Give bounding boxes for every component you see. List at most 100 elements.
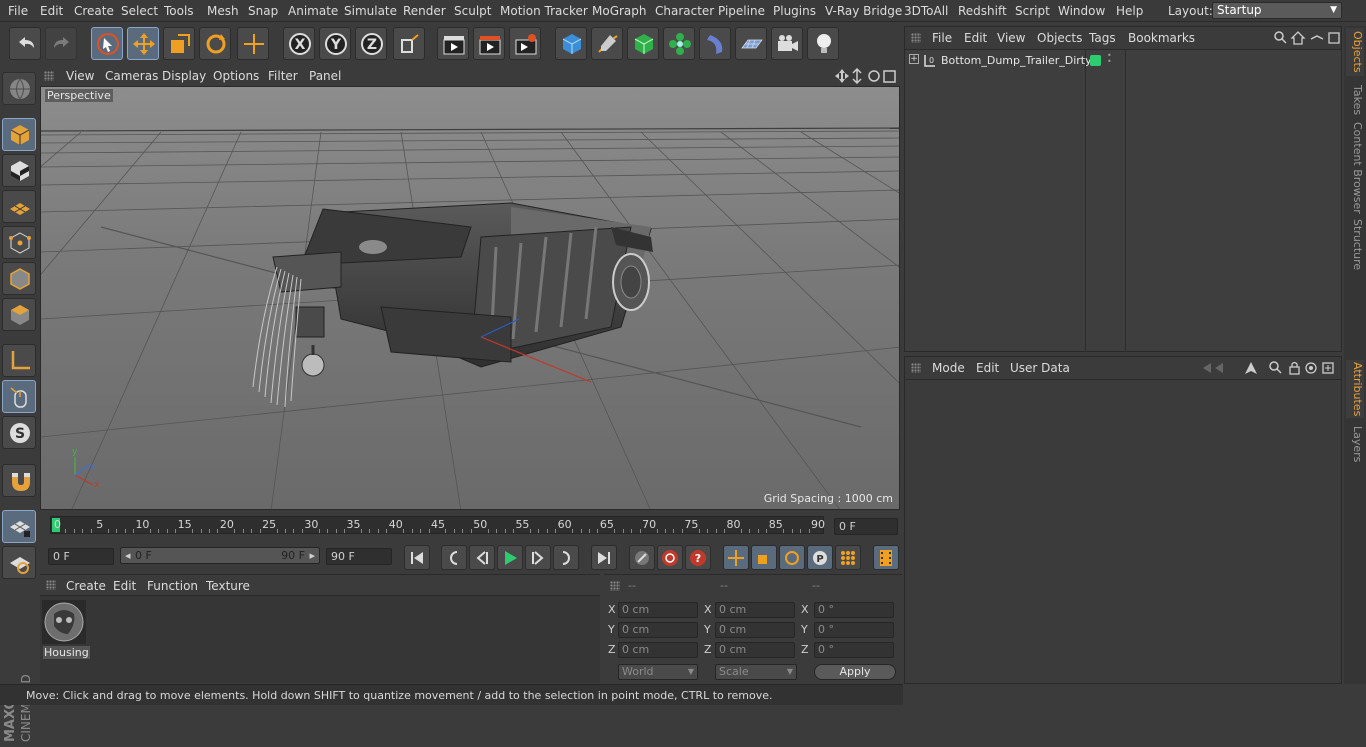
play-button[interactable] <box>497 545 523 570</box>
live-selection-button[interactable] <box>91 27 123 60</box>
rotation-h-field[interactable]: 0 ° <box>814 602 894 618</box>
grid-snap-button[interactable] <box>2 546 36 579</box>
rotation-p-field[interactable]: 0 ° <box>814 622 894 638</box>
viewport-menu-view[interactable]: View <box>66 69 94 83</box>
key-parameter-button[interactable]: P <box>807 545 833 570</box>
points-mode-button[interactable] <box>2 226 36 259</box>
tab-objects[interactable]: Objects <box>1346 28 1364 76</box>
goto-start-button[interactable] <box>404 545 430 570</box>
menu-snap[interactable]: Snap <box>248 4 278 18</box>
menu-select[interactable]: Select <box>121 4 158 18</box>
floor-button[interactable] <box>735 27 767 60</box>
menu-character[interactable]: Character <box>655 4 714 18</box>
end-frame-field[interactable]: 90 F <box>326 548 392 565</box>
viewport-menu-options[interactable]: Options <box>213 69 259 83</box>
timeline-track[interactable]: 0 5 10 15 20 25 30 35 40 45 50 55 60 65 70 75 80 85 90 <box>50 516 825 534</box>
axis-mode-button[interactable] <box>2 344 36 377</box>
cloner-button[interactable] <box>663 27 695 60</box>
record-keys-button[interactable] <box>629 545 655 570</box>
pen-spline-button[interactable] <box>591 27 623 60</box>
menu-simulate[interactable]: Simulate <box>344 4 397 18</box>
subdivision-button[interactable] <box>627 27 659 60</box>
layout-select[interactable]: Startup ▼ <box>1212 2 1342 19</box>
render-view-button[interactable] <box>437 27 469 60</box>
menu-plugins[interactable]: Plugins <box>773 4 816 18</box>
material-menu-texture[interactable]: Texture <box>206 579 250 593</box>
material-menu-edit[interactable]: Edit <box>113 579 136 593</box>
x-axis-lock-button[interactable]: X <box>283 27 315 60</box>
size-y-field[interactable]: 0 cm <box>715 622 795 638</box>
start-frame-field[interactable]: 0 F <box>48 548 114 565</box>
undo-button[interactable] <box>9 27 41 60</box>
object-menu-view[interactable]: View <box>997 31 1025 45</box>
prev-key-button[interactable] <box>441 545 467 570</box>
z-axis-lock-button[interactable]: Z <box>355 27 387 60</box>
layer-color-swatch[interactable] <box>1090 55 1101 66</box>
polygons-mode-button[interactable] <box>2 298 36 331</box>
viewport-menu-cameras[interactable]: Cameras <box>105 69 158 83</box>
tab-attributes[interactable]: Attributes <box>1346 360 1364 418</box>
timeline-window-button[interactable] <box>873 545 899 570</box>
attribute-tool-icons[interactable] <box>1201 360 1341 376</box>
position-x-field[interactable]: 0 cm <box>618 602 698 618</box>
workplane-mode-button[interactable] <box>2 190 36 223</box>
model-mode-button[interactable] <box>2 118 36 151</box>
tweak-mode-button[interactable] <box>2 380 36 413</box>
attribute-menu-mode[interactable]: Mode <box>932 361 965 375</box>
menu-sculpt[interactable]: Sculpt <box>454 4 491 18</box>
object-menu-file[interactable]: File <box>932 31 952 45</box>
object-name[interactable]: Bottom_Dump_Trailer_Dirty <box>941 54 1092 67</box>
menu-help[interactable]: Help <box>1116 4 1143 18</box>
menu-file[interactable]: File <box>8 4 28 18</box>
solo-button[interactable]: S <box>2 416 36 449</box>
camera-button[interactable] <box>771 27 803 60</box>
current-frame-field[interactable]: 0 F <box>834 518 898 535</box>
object-menu-edit[interactable]: Edit <box>964 31 987 45</box>
size-x-field[interactable]: 0 cm <box>715 602 795 618</box>
transform-tool-button[interactable] <box>237 27 269 60</box>
object-row[interactable]: + 0 Bottom_Dump_Trailer_Dirty • • <box>905 52 1341 70</box>
material-menu-create[interactable]: Create <box>66 579 106 593</box>
viewport-menu-filter[interactable]: Filter <box>268 69 298 83</box>
object-menu-bookmarks[interactable]: Bookmarks <box>1128 31 1195 45</box>
tab-layers[interactable]: Layers <box>1346 424 1364 464</box>
menu-edit[interactable]: Edit <box>40 4 63 18</box>
size-z-field[interactable]: 0 cm <box>715 642 795 658</box>
object-list[interactable]: + 0 Bottom_Dump_Trailer_Dirty • • <box>905 49 1341 352</box>
next-key-button[interactable] <box>553 545 579 570</box>
menu-pipeline[interactable]: Pipeline <box>718 4 765 18</box>
tab-takes[interactable]: Takes <box>1346 82 1364 118</box>
render-to-picture-viewer-button[interactable] <box>473 27 505 60</box>
light-button[interactable] <box>807 27 839 60</box>
menu-mograph[interactable]: MoGraph <box>592 4 647 18</box>
keyframe-selection-button[interactable]: ? <box>685 545 711 570</box>
attribute-menu-edit[interactable]: Edit <box>976 361 999 375</box>
expand-icon[interactable]: + <box>909 54 919 64</box>
viewport-menu-display[interactable]: Display <box>162 69 206 83</box>
material-list[interactable]: Housing <box>40 595 600 683</box>
perspective-viewport[interactable]: y x z Perspective Grid Spacing : 1000 cm <box>40 86 900 510</box>
material-menu-function[interactable]: Function <box>147 579 198 593</box>
coordinate-space-select[interactable]: World ▼ <box>618 664 698 680</box>
scale-tool-button[interactable] <box>163 27 195 60</box>
viewport-nav-icons[interactable] <box>834 68 898 84</box>
timeline-ruler[interactable]: 0 5 10 15 20 25 30 35 40 45 50 55 60 65 70 75 80 85 90 0 F <box>40 512 900 542</box>
position-z-field[interactable]: 0 cm <box>618 642 698 658</box>
menu-tools[interactable]: Tools <box>164 4 194 18</box>
key-scale-button[interactable] <box>751 545 777 570</box>
move-tool-button[interactable] <box>127 27 159 60</box>
edges-mode-button[interactable] <box>2 262 36 295</box>
object-menu-tags[interactable]: Tags <box>1089 31 1116 45</box>
menu-render[interactable]: Render <box>403 4 446 18</box>
next-frame-button[interactable] <box>525 545 551 570</box>
size-mode-select[interactable]: Scale ▼ <box>715 664 797 680</box>
texture-mode-button[interactable] <box>2 154 36 187</box>
menu-motion-tracker[interactable]: Motion Tracker <box>500 4 588 18</box>
object-manager-tool-icons[interactable] <box>1273 30 1341 46</box>
key-pla-button[interactable] <box>835 545 861 570</box>
menu-3dtoall[interactable]: 3DToAll <box>904 4 948 18</box>
cube-primitive-button[interactable] <box>555 27 587 60</box>
rotate-tool-button[interactable] <box>199 27 231 60</box>
prev-frame-button[interactable] <box>469 545 495 570</box>
range-left-arrow[interactable]: ◂ <box>125 548 131 563</box>
